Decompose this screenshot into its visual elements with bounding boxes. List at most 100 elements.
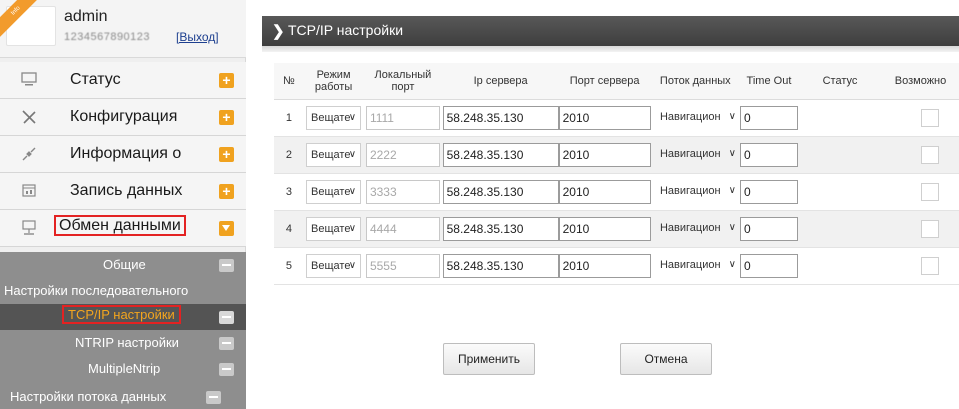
menu-item-data-exchange[interactable]: Обмен данными bbox=[0, 210, 246, 247]
local-port-cell: 5555 bbox=[363, 247, 443, 285]
logout-link[interactable]: [Выход] bbox=[176, 30, 219, 44]
server-ip-cell: 58.248.35.130 bbox=[442, 247, 559, 285]
local-port-cell: 1111 bbox=[363, 99, 443, 137]
submenu-item-tcpip[interactable]: TCP/IP настройки bbox=[0, 304, 246, 330]
row-number: 3 bbox=[274, 173, 304, 211]
server-port-input[interactable]: 2010 bbox=[558, 253, 651, 278]
stream-select[interactable]: Навигацион ∨ bbox=[656, 254, 740, 278]
server-port-input[interactable]: 2010 bbox=[558, 216, 651, 241]
enable-checkbox[interactable] bbox=[921, 182, 939, 201]
stream-select[interactable]: Навигацион ∨ bbox=[656, 143, 740, 167]
table-row: 5 Вещате ∨ 5555 58.248.35.130 2010 Навига… bbox=[274, 247, 959, 285]
mode-cell: Вещате ∨ bbox=[303, 173, 364, 211]
menu-item-label: Конфигурация bbox=[70, 108, 178, 125]
enable-checkbox[interactable] bbox=[921, 256, 939, 275]
server-ip-input[interactable]: 58.248.35.130 bbox=[442, 216, 559, 241]
enable-checkbox[interactable] bbox=[921, 108, 939, 127]
row-number: 4 bbox=[274, 210, 304, 248]
local-port-input[interactable]: 3333 bbox=[365, 179, 440, 204]
menu-item-config[interactable]: Конфигурация + bbox=[0, 99, 246, 136]
stream-select[interactable]: Навигацион ∨ bbox=[656, 106, 740, 130]
local-port-input[interactable]: 2222 bbox=[365, 142, 440, 167]
chevron-down-icon: ∨ bbox=[348, 222, 357, 234]
timeout-input[interactable]: 0 bbox=[739, 253, 798, 278]
enable-checkbox[interactable] bbox=[921, 219, 939, 238]
timeout-input[interactable]: 0 bbox=[739, 142, 798, 167]
collapse-arrow-icon[interactable] bbox=[219, 221, 234, 236]
server-ip-cell: 58.248.35.130 bbox=[442, 99, 559, 137]
minus-icon[interactable] bbox=[219, 363, 234, 376]
stream-select[interactable]: Навигацион ∨ bbox=[656, 217, 740, 241]
mode-select[interactable]: Вещате ∨ bbox=[306, 253, 362, 278]
menu-item-info[interactable]: Информация о + bbox=[0, 136, 246, 173]
expand-plus-icon[interactable]: + bbox=[219, 110, 234, 125]
server-ip-input[interactable]: 58.248.35.130 bbox=[442, 179, 559, 204]
server-port-input[interactable]: 2010 bbox=[558, 142, 651, 167]
chevron-down-icon: ∨ bbox=[348, 185, 357, 197]
menu-item-data-record[interactable]: Запись данных + bbox=[0, 173, 246, 210]
enable-cell bbox=[882, 173, 959, 211]
minus-icon[interactable] bbox=[219, 337, 234, 350]
expand-plus-icon[interactable]: + bbox=[219, 184, 234, 199]
timeout-input[interactable]: 0 bbox=[739, 216, 798, 241]
mode-select[interactable]: Вещате ∨ bbox=[306, 105, 362, 130]
server-ip-input[interactable]: 58.248.35.130 bbox=[442, 142, 559, 167]
submenu-item-ntrip[interactable]: NTRIP настройки bbox=[0, 330, 246, 356]
mode-select-value: Вещате bbox=[311, 111, 351, 124]
satellite-icon bbox=[20, 146, 38, 162]
server-port-input[interactable]: 2010 bbox=[558, 105, 651, 130]
status-cell bbox=[797, 136, 883, 174]
minus-icon[interactable] bbox=[219, 259, 234, 272]
device-serial: 1234567890123 bbox=[64, 31, 151, 43]
expand-plus-icon[interactable]: + bbox=[219, 147, 234, 162]
stream-cell: Навигацион ∨ bbox=[650, 210, 740, 248]
main-menu: Статус + Конфигурация + Информация о + З… bbox=[0, 62, 246, 247]
local-port-input[interactable]: 1111 bbox=[365, 105, 440, 130]
chevron-down-icon: ∨ bbox=[728, 221, 736, 233]
submenu-item-stream[interactable]: Настройки потока данных bbox=[0, 382, 246, 409]
timeout-input[interactable]: 0 bbox=[739, 179, 798, 204]
server-ip-input[interactable]: 58.248.35.130 bbox=[442, 253, 559, 278]
chevron-down-icon: ∨ bbox=[728, 184, 736, 196]
menu-item-status[interactable]: Статус + bbox=[0, 62, 246, 99]
timeout-cell: 0 bbox=[739, 136, 798, 174]
submenu-item-multiplentrip[interactable]: MultipleNtrip bbox=[0, 356, 246, 382]
col-header-no: № bbox=[274, 63, 304, 100]
submenu: Общие Настройки последовательного TCP/IP… bbox=[0, 252, 246, 409]
stream-select[interactable]: Навигацион ∨ bbox=[656, 180, 740, 204]
table-header-row: № Режим работы Локальный порт Ip сервера… bbox=[274, 63, 959, 100]
page-title: TCP/IP настройки bbox=[288, 22, 404, 38]
minus-icon[interactable] bbox=[206, 391, 221, 404]
mode-select[interactable]: Вещате ∨ bbox=[306, 142, 362, 167]
status-cell bbox=[797, 247, 883, 285]
stream-cell: Навигацион ∨ bbox=[650, 173, 740, 211]
stream-cell: Навигацион ∨ bbox=[650, 247, 740, 285]
col-header-status: Статус bbox=[797, 63, 883, 100]
stream-select-value: Навигацион bbox=[659, 258, 721, 271]
titlebar-shadow bbox=[262, 46, 959, 52]
local-port-input[interactable]: 5555 bbox=[365, 253, 440, 278]
stream-select-value: Навигацион bbox=[659, 110, 721, 123]
cancel-button[interactable]: Отмена bbox=[620, 343, 712, 375]
mode-select-value: Вещате bbox=[311, 185, 351, 198]
local-port-input[interactable]: 4444 bbox=[365, 216, 440, 241]
status-cell bbox=[797, 210, 883, 248]
apply-button[interactable]: Применить bbox=[443, 343, 535, 375]
menu-item-label: Статус bbox=[70, 71, 121, 88]
expand-plus-icon[interactable]: + bbox=[219, 73, 234, 88]
server-ip-cell: 58.248.35.130 bbox=[442, 136, 559, 174]
timeout-input[interactable]: 0 bbox=[739, 105, 798, 130]
server-ip-input[interactable]: 58.248.35.130 bbox=[442, 105, 559, 130]
submenu-item-serial[interactable]: Настройки последовательного bbox=[0, 278, 246, 304]
mode-select[interactable]: Вещате ∨ bbox=[306, 179, 362, 204]
server-port-input[interactable]: 2010 bbox=[558, 179, 651, 204]
enable-cell bbox=[882, 247, 959, 285]
minus-icon[interactable] bbox=[219, 311, 234, 324]
mode-select[interactable]: Вещате ∨ bbox=[306, 216, 362, 241]
table-row: 2 Вещате ∨ 2222 58.248.35.130 2010 Навига… bbox=[274, 136, 959, 174]
submenu-item-label: Настройки последовательного bbox=[4, 283, 189, 298]
main-panel: ❯ TCP/IP настройки № Режим работы Локаль… bbox=[262, 0, 959, 409]
submenu-item-general[interactable]: Общие bbox=[0, 252, 246, 278]
enable-checkbox[interactable] bbox=[921, 145, 939, 164]
stream-select-value: Навигацион bbox=[659, 147, 721, 160]
